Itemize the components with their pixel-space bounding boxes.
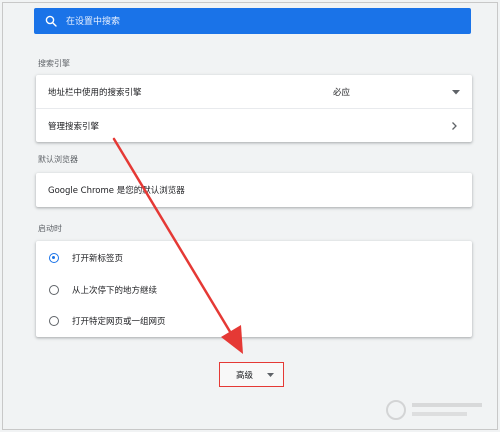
caret-down-icon: [267, 373, 274, 377]
address-bar-search-engine-row: 地址栏中使用的搜索引擎 必应: [36, 75, 472, 109]
section-title-search-engine: 搜索引擎: [38, 59, 70, 68]
default-browser-card: Google Chrome 是您的默认浏览器: [36, 173, 472, 207]
manage-search-engines-row[interactable]: 管理搜索引擎: [36, 108, 472, 142]
manage-search-engines-label: 管理搜索引擎: [48, 121, 100, 132]
startup-option-label: 打开新标签页: [72, 254, 124, 264]
advanced-button[interactable]: 高级: [219, 362, 284, 387]
watermark-logo: [386, 400, 482, 420]
settings-search-bar[interactable]: [34, 8, 471, 34]
startup-option-new-tab[interactable]: 打开新标签页: [36, 242, 472, 274]
section-title-default-browser: 默认浏览器: [38, 155, 78, 164]
search-engine-select[interactable]: 必应: [333, 86, 350, 98]
search-icon: [45, 15, 57, 27]
default-browser-status: Google Chrome 是您的默认浏览器: [48, 186, 185, 196]
search-input[interactable]: [64, 11, 458, 33]
radio-button[interactable]: [49, 316, 59, 326]
startup-option-specific-pages[interactable]: 打开特定网页或一组网页: [36, 305, 472, 337]
startup-option-label: 打开特定网页或一组网页: [72, 317, 166, 327]
advanced-label: 高级: [236, 370, 254, 381]
section-title-on-startup: 启动时: [38, 224, 62, 233]
startup-option-label: 从上次停下的地方继续: [72, 286, 158, 296]
startup-option-continue[interactable]: 从上次停下的地方继续: [36, 274, 472, 306]
default-browser-row: Google Chrome 是您的默认浏览器: [36, 173, 472, 207]
address-bar-search-engine-label: 地址栏中使用的搜索引擎: [48, 88, 142, 98]
radio-button[interactable]: [49, 285, 59, 295]
radio-button-checked[interactable]: [49, 253, 59, 263]
chevron-right-icon: [452, 122, 457, 130]
dropdown-caret-icon[interactable]: [452, 90, 460, 95]
search-engine-card: 地址栏中使用的搜索引擎 必应 管理搜索引擎: [36, 75, 472, 142]
on-startup-card: 打开新标签页 从上次停下的地方继续 打开特定网页或一组网页: [36, 241, 472, 337]
